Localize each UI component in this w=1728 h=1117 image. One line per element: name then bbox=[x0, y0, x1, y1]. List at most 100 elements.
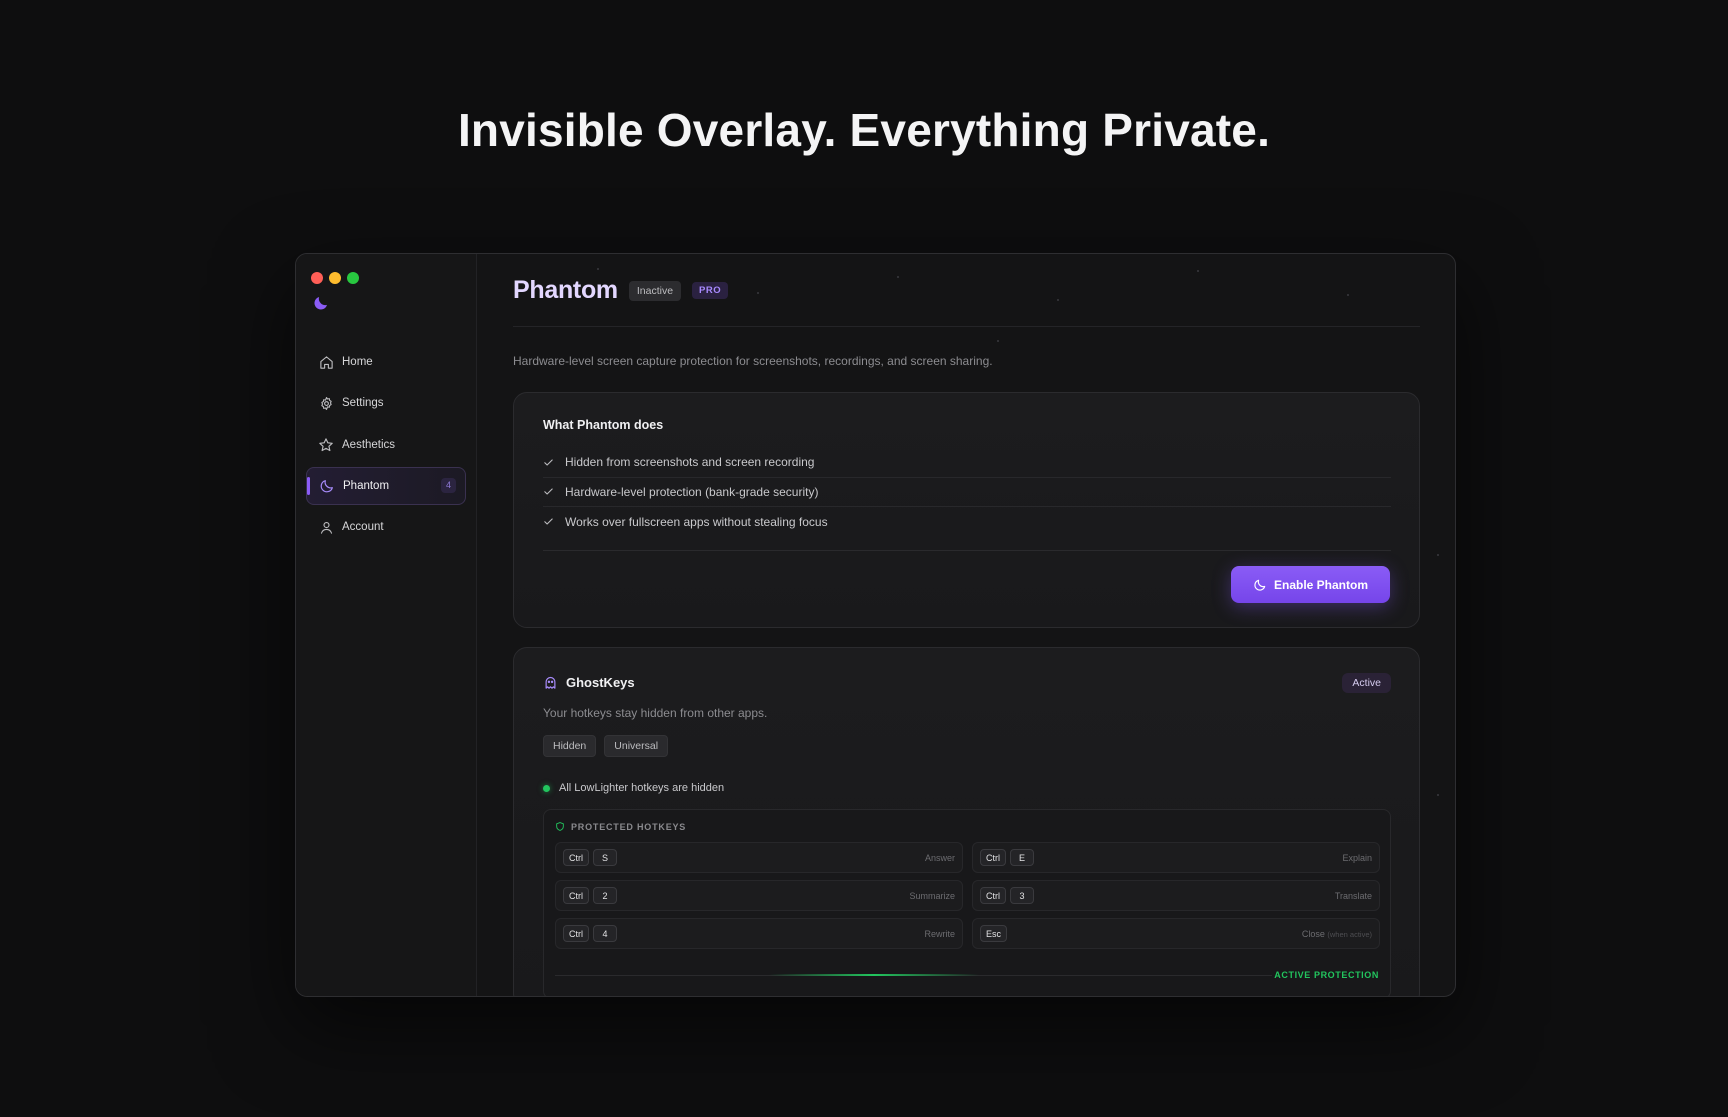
star-dot bbox=[1347, 294, 1349, 296]
ghostkeys-header: GhostKeys bbox=[543, 675, 635, 690]
sidebar-item-label: Home bbox=[342, 356, 373, 368]
key-cap: Ctrl bbox=[563, 887, 589, 904]
status-badge: Inactive bbox=[628, 280, 682, 301]
protected-hotkeys-panel: PROTECTED HOTKEYS Ctrl S Answer Ctrl E E… bbox=[543, 809, 1391, 996]
ghost-icon bbox=[543, 675, 558, 690]
enable-phantom-button[interactable]: Enable Phantom bbox=[1231, 566, 1390, 603]
minimize-window-button[interactable] bbox=[329, 272, 341, 284]
star-icon bbox=[318, 437, 334, 453]
maximize-window-button[interactable] bbox=[347, 272, 359, 284]
protected-hotkeys-label: PROTECTED HOTKEYS bbox=[571, 821, 687, 832]
hotkey-note: (when active) bbox=[1327, 929, 1372, 939]
ghostkeys-status-badge: Active bbox=[1342, 673, 1391, 693]
star-dot bbox=[1197, 270, 1199, 272]
enable-phantom-label: Enable Phantom bbox=[1273, 577, 1368, 592]
star-dot bbox=[757, 292, 759, 294]
check-icon bbox=[543, 457, 555, 468]
hero-headline: Invisible Overlay. Everything Private. bbox=[457, 104, 1271, 156]
key-cap: E bbox=[1010, 849, 1034, 866]
hotkey-row: Ctrl 2 Summarize bbox=[555, 880, 963, 911]
page-title: Phantom bbox=[513, 276, 618, 304]
hotkeys-status: All LowLighter hotkeys are hidden bbox=[543, 782, 724, 794]
hotkey-action: Translate bbox=[1334, 890, 1372, 901]
sidebar-item-label: Settings bbox=[342, 397, 384, 410]
feature-text: Hidden from screenshots and screen recor… bbox=[565, 455, 815, 470]
sidebar-item-account[interactable]: Account bbox=[306, 508, 466, 546]
key-cap: 3 bbox=[1010, 887, 1034, 904]
star-dot bbox=[997, 340, 999, 342]
user-icon bbox=[318, 519, 334, 535]
moon-icon bbox=[1253, 578, 1267, 592]
ghostkeys-description: Your hotkeys stay hidden from other apps… bbox=[543, 706, 768, 720]
sidebar-item-settings[interactable]: Settings bbox=[306, 384, 466, 422]
key-cap: Ctrl bbox=[980, 849, 1006, 866]
sidebar-item-phantom[interactable]: Phantom 4 bbox=[306, 466, 466, 505]
active-protection-label: ACTIVE PROTECTION bbox=[1274, 970, 1379, 980]
protected-hotkeys-heading: PROTECTED HOTKEYS bbox=[555, 821, 686, 832]
hotkey-row: Esc Close (when active) bbox=[972, 918, 1380, 949]
hotkey-grid: Ctrl S Answer Ctrl E Explain Ctrl 2 Summ… bbox=[555, 842, 1380, 949]
star-dot bbox=[897, 276, 899, 278]
hotkeys-status-text: All LowLighter hotkeys are hidden bbox=[559, 782, 725, 794]
sidebar-item-home[interactable]: Home bbox=[306, 343, 466, 381]
key-cap: Ctrl bbox=[563, 849, 589, 866]
main-content: Phantom Inactive PRO Hardware-level scre… bbox=[477, 254, 1455, 996]
home-icon bbox=[318, 354, 334, 370]
sidebar-nav: Home Settings Aesthetics Phantom 4 Accou… bbox=[306, 343, 466, 549]
sidebar-item-label: Account bbox=[342, 521, 384, 534]
hotkey-action: Summarize bbox=[909, 890, 955, 901]
star-dot bbox=[1057, 299, 1059, 301]
card-heading: What Phantom does bbox=[543, 418, 664, 432]
tag-hidden: Hidden bbox=[543, 735, 597, 757]
sidebar-item-aesthetics[interactable]: Aesthetics bbox=[306, 426, 466, 464]
sidebar-item-label: Aesthetics bbox=[342, 438, 396, 451]
feature-item: Hardware-level protection (bank-grade se… bbox=[543, 478, 1391, 507]
key-cap: 4 bbox=[593, 925, 617, 942]
key-cap: 2 bbox=[593, 887, 617, 904]
phantom-count-badge: 4 bbox=[441, 477, 456, 493]
hotkey-row: Ctrl 3 Translate bbox=[972, 880, 1380, 911]
key-cap: S bbox=[593, 849, 617, 866]
header-divider bbox=[513, 326, 1420, 327]
check-icon bbox=[543, 516, 555, 527]
check-icon bbox=[543, 486, 555, 497]
app-window: Home Settings Aesthetics Phantom 4 Accou… bbox=[295, 253, 1456, 997]
hotkey-action: Explain bbox=[1342, 852, 1372, 863]
hotkey-action: Close (when active) bbox=[1301, 928, 1372, 939]
app-logo-moon-icon bbox=[312, 294, 330, 312]
feature-text: Works over fullscreen apps without steal… bbox=[565, 514, 828, 529]
hotkey-action: Answer bbox=[924, 852, 955, 863]
feature-item: Hidden from screenshots and screen recor… bbox=[543, 448, 1391, 478]
key-cap: Ctrl bbox=[563, 925, 589, 942]
star-dot bbox=[597, 268, 599, 270]
hotkey-row: Ctrl E Explain bbox=[972, 842, 1380, 873]
feature-text: Hardware-level protection (bank-grade se… bbox=[565, 484, 819, 499]
sidebar: Home Settings Aesthetics Phantom 4 Accou… bbox=[296, 254, 477, 996]
protection-pulse bbox=[769, 974, 979, 976]
hotkey-row: Ctrl S Answer bbox=[555, 842, 963, 873]
tag-universal: Universal bbox=[604, 735, 669, 757]
page-header: Phantom Inactive PRO bbox=[513, 276, 729, 305]
feature-list: Hidden from screenshots and screen recor… bbox=[543, 448, 1391, 537]
status-dot bbox=[543, 784, 550, 792]
pro-badge: PRO bbox=[692, 282, 729, 299]
moon-icon bbox=[319, 478, 335, 494]
gear-icon bbox=[318, 395, 334, 411]
hotkey-action: Rewrite bbox=[924, 928, 955, 939]
key-cap: Ctrl bbox=[980, 887, 1006, 904]
ghostkeys-tags: Hidden Universal bbox=[543, 735, 669, 757]
ghostkeys-title: GhostKeys bbox=[566, 675, 635, 690]
sidebar-item-label: Phantom bbox=[343, 479, 390, 492]
what-phantom-does-card: What Phantom does Hidden from screenshot… bbox=[513, 392, 1420, 628]
window-controls bbox=[311, 272, 359, 284]
stage: Invisible Overlay. Everything Private. H… bbox=[80, 51, 1648, 1065]
page-subtitle: Hardware-level screen capture protection… bbox=[513, 354, 993, 368]
ghostkeys-card: GhostKeys Active Your hotkeys stay hidde… bbox=[513, 647, 1420, 996]
close-window-button[interactable] bbox=[311, 272, 323, 284]
feature-item: Works over fullscreen apps without steal… bbox=[543, 507, 1391, 537]
key-cap: Esc bbox=[980, 925, 1008, 942]
shield-icon bbox=[555, 821, 565, 832]
star-dot bbox=[1437, 554, 1439, 556]
hotkey-row: Ctrl 4 Rewrite bbox=[555, 918, 963, 949]
star-dot bbox=[1437, 794, 1439, 796]
